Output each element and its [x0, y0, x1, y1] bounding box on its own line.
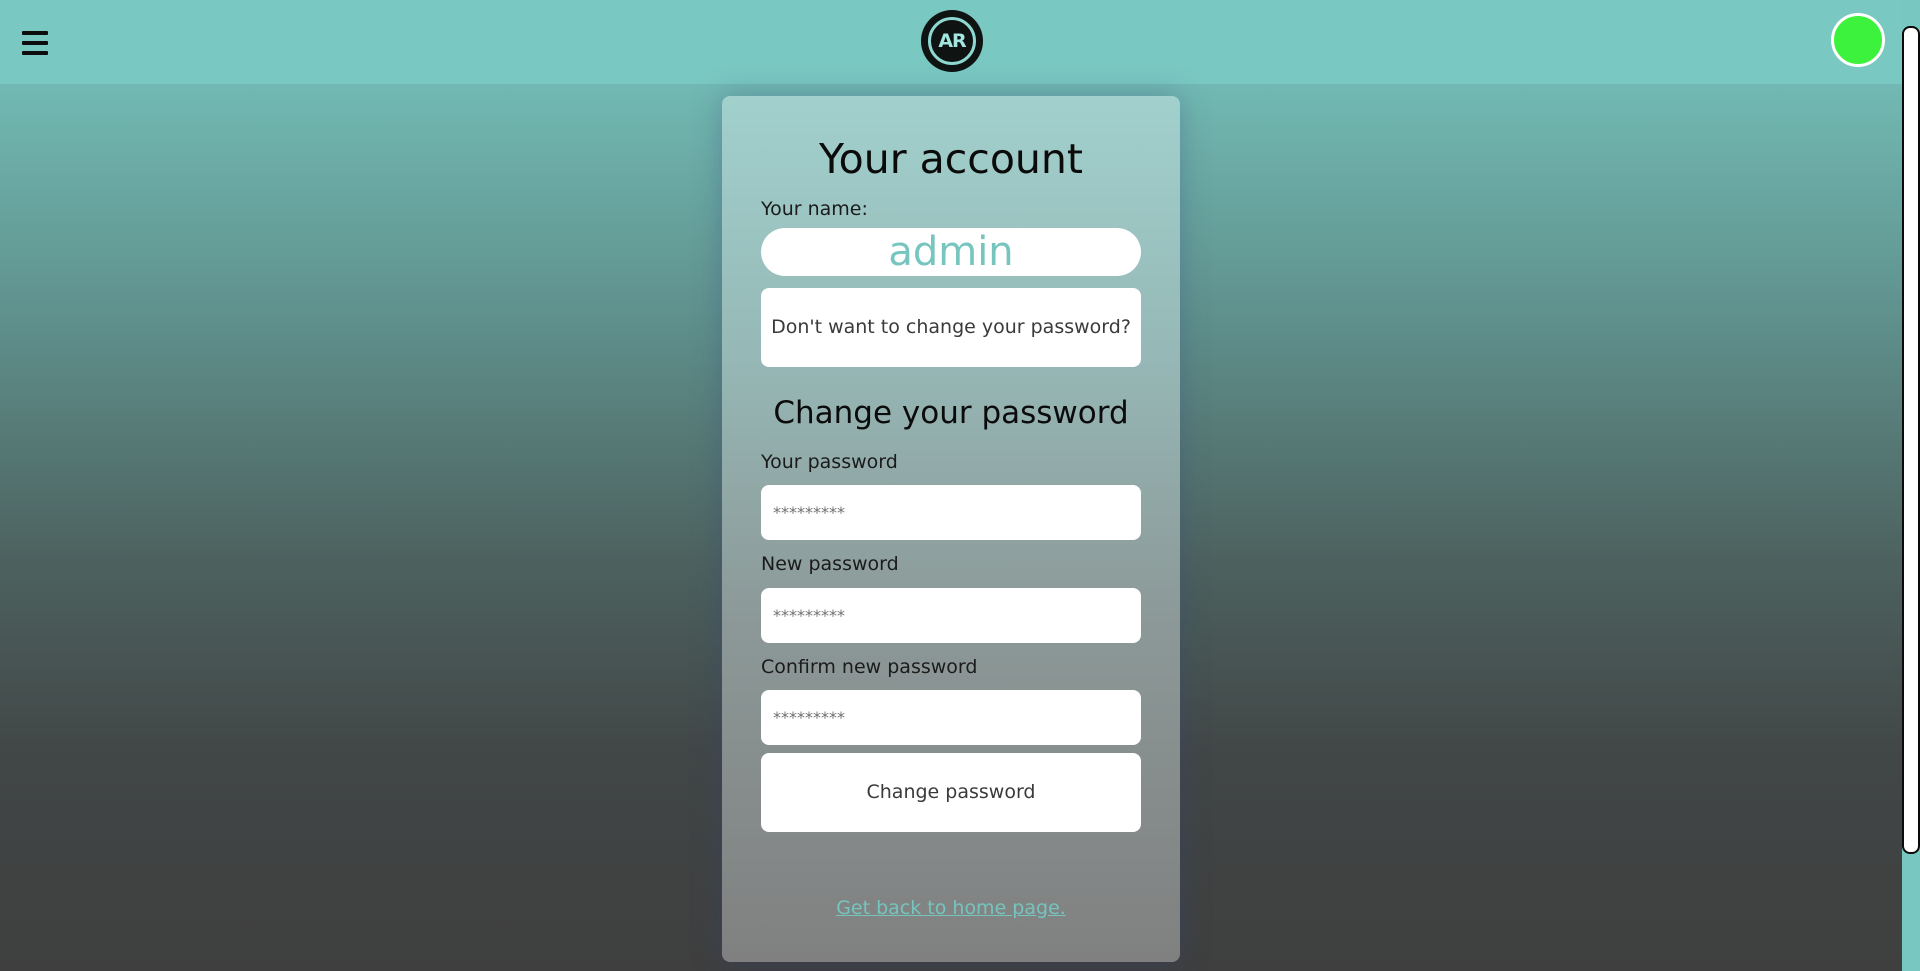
page-title: Your account: [819, 135, 1083, 183]
current-password-label: Your password: [761, 451, 898, 473]
hamburger-menu-icon[interactable]: [22, 31, 48, 55]
home-page-link[interactable]: Get back to home page.: [722, 896, 1180, 920]
skip-password-change-button[interactable]: Don't want to change your password?: [761, 288, 1141, 367]
current-password-input[interactable]: *********: [761, 485, 1141, 540]
scrollbar-thumb[interactable]: [1902, 26, 1920, 854]
user-avatar[interactable]: [1831, 13, 1885, 67]
page-scrollbar[interactable]: [1902, 0, 1920, 971]
top-bar: AR: [0, 0, 1902, 84]
name-display: admin: [761, 228, 1141, 276]
new-password-input[interactable]: *********: [761, 588, 1141, 643]
new-password-label: New password: [761, 553, 899, 575]
change-password-button[interactable]: Change password: [761, 753, 1141, 832]
confirm-password-label: Confirm new password: [761, 656, 978, 678]
name-label: Your name:: [761, 198, 868, 220]
logo-text: AR: [938, 30, 966, 52]
confirm-password-input[interactable]: *********: [761, 690, 1141, 745]
change-password-title: Change your password: [773, 395, 1129, 431]
ar-logo-icon[interactable]: AR: [921, 10, 983, 72]
